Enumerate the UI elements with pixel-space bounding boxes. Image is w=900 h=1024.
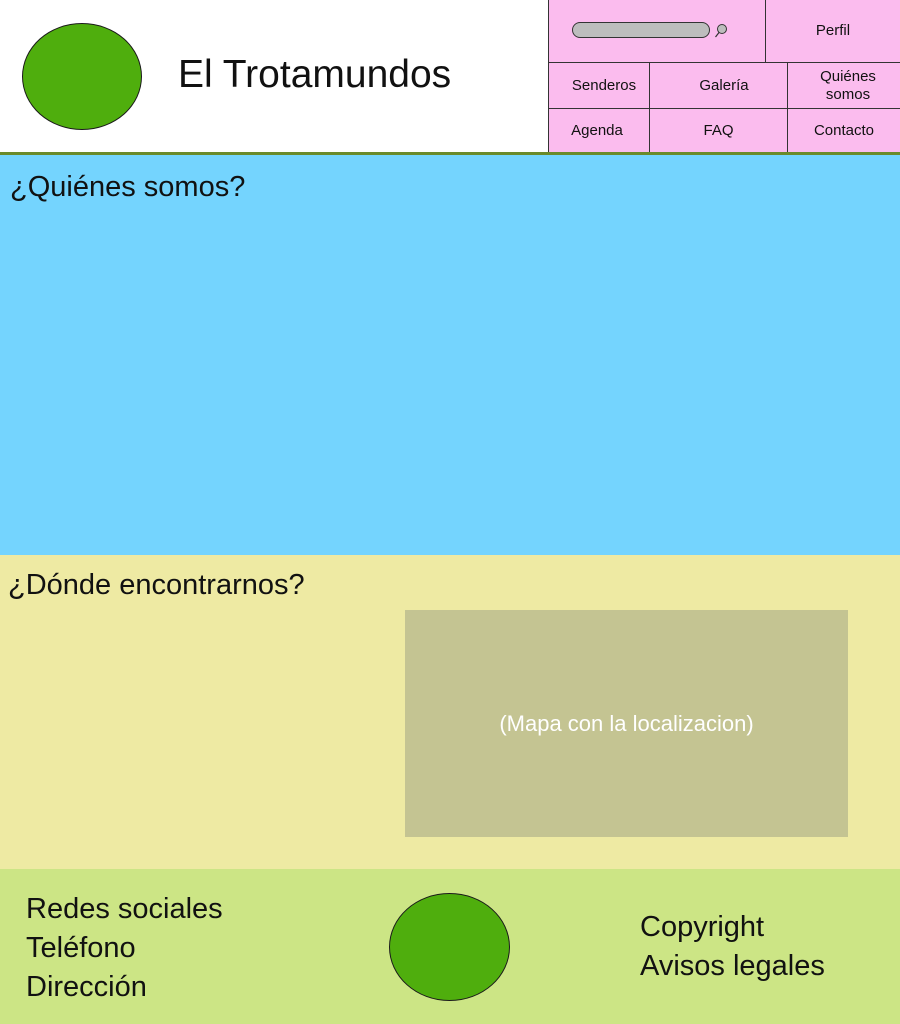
location-section: ¿Dónde encontrarnos? (Mapa con la locali… bbox=[0, 555, 900, 869]
site-footer: Redes sociales Teléfono Dirección Copyri… bbox=[0, 869, 900, 1024]
about-title: ¿Quiénes somos? bbox=[10, 171, 246, 203]
nav-profile-link[interactable]: Perfil bbox=[766, 0, 900, 62]
nav-profile-label: Perfil bbox=[815, 22, 851, 39]
footer-contact-links: Redes sociales Teléfono Dirección bbox=[26, 890, 223, 1007]
footer-link-telefono[interactable]: Teléfono bbox=[26, 929, 223, 968]
footer-link-redes-sociales[interactable]: Redes sociales bbox=[26, 890, 223, 929]
site-logo[interactable] bbox=[22, 23, 142, 130]
site-title: El Trotamundos bbox=[178, 53, 452, 96]
location-title: ¿Dónde encontrarnos? bbox=[8, 569, 305, 601]
nav-item-agenda[interactable]: Agenda bbox=[549, 109, 645, 152]
nav-item-senderos[interactable]: Senderos bbox=[549, 63, 659, 108]
nav-item-label: FAQ bbox=[703, 121, 734, 139]
nav-item-faq[interactable]: FAQ bbox=[650, 109, 787, 152]
about-section: ¿Quiénes somos? bbox=[0, 155, 900, 555]
footer-link-copyright[interactable]: Copyright bbox=[640, 908, 825, 947]
site-header: El Trotamundos Perfil Senderos Galería Q… bbox=[0, 0, 900, 152]
nav-item-label: Senderos bbox=[571, 76, 637, 94]
main-navigation: Perfil Senderos Galería Quiénes somos Ag… bbox=[548, 0, 900, 152]
footer-link-direccion[interactable]: Dirección bbox=[26, 968, 223, 1007]
nav-item-label: Quiénes somos bbox=[820, 67, 876, 103]
footer-link-avisos-legales[interactable]: Avisos legales bbox=[640, 947, 825, 986]
nav-item-label: Contacto bbox=[813, 121, 875, 139]
search-input[interactable] bbox=[572, 22, 710, 38]
nav-item-label: Galería bbox=[699, 76, 749, 94]
location-map[interactable]: (Mapa con la localizacion) bbox=[405, 610, 848, 837]
nav-item-contacto[interactable]: Contacto bbox=[788, 109, 900, 152]
map-placeholder-label: (Mapa con la localizacion) bbox=[499, 710, 754, 736]
search-icon[interactable] bbox=[714, 23, 728, 39]
nav-item-galeria[interactable]: Galería bbox=[650, 63, 798, 108]
nav-item-label: Agenda bbox=[571, 121, 623, 139]
footer-logo[interactable] bbox=[389, 893, 510, 1001]
footer-legal-links: Copyright Avisos legales bbox=[640, 908, 825, 986]
nav-item-quienes-somos[interactable]: Quiénes somos bbox=[792, 63, 900, 108]
